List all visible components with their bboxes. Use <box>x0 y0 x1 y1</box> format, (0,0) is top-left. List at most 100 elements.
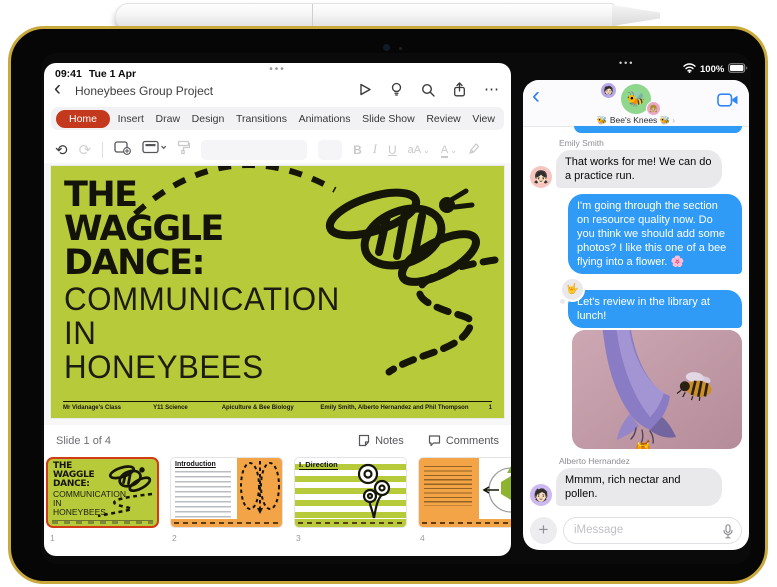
screenshot-stage: ••• 100% 09:41 Tue 1 Apr ••• ‹ Honeybees… <box>0 0 777 587</box>
thumbnail-slide-4[interactable] <box>418 457 511 528</box>
thumbnail-slide-2[interactable]: Introduction <box>170 457 283 528</box>
thumb4-footer-strip <box>419 519 511 527</box>
messages-header: ‹ 🧑🏻 🐝 👧🏼 🐝 Bee's Knees 🐝 › <box>523 80 749 127</box>
group-detail-chevron: › <box>672 115 676 125</box>
front-camera <box>383 44 390 51</box>
member-avatar-bottom: 👧🏼 <box>646 101 661 116</box>
thumbnail-number-4: 4 <box>420 533 425 543</box>
thumbnail-number-1: 1 <box>50 533 55 543</box>
font-size-field[interactable] <box>318 139 343 160</box>
powerpoint-window: 09:41 Tue 1 Apr ••• ‹ Honeybees Group Pro… <box>44 63 511 556</box>
imessage-input[interactable] <box>564 517 741 543</box>
thumb3-heading: I. Direction <box>299 460 338 470</box>
notes-button[interactable]: Notes <box>358 434 404 447</box>
tab-design[interactable]: Design <box>188 113 229 125</box>
search-icon[interactable] <box>421 83 435 97</box>
slide-1[interactable]: THE WAGGLE DANCE: COMMUNICATION IN HONEY… <box>51 166 504 418</box>
incoming-message-1[interactable]: That works for me! We can do a practice … <box>556 150 722 189</box>
thumb1-title: THE WAGGLE DANCE: <box>53 461 95 489</box>
pencil-tip <box>612 5 660 26</box>
tab-insert[interactable]: Insert <box>114 113 148 125</box>
thumb3-footer-strip <box>295 519 406 527</box>
back-button[interactable]: ‹ <box>54 77 61 101</box>
battery-percent: 100% <box>700 63 725 75</box>
group-name[interactable]: 🐝 Bee's Knees 🐝 › <box>523 115 749 126</box>
slide-footer: Mr Vidanage's Class Y11 Science Apicultu… <box>63 401 492 411</box>
messages-window: ‹ 🧑🏻 🐝 👧🏼 🐝 Bee's Knees 🐝› Emily Smith <box>523 80 749 550</box>
format-painter-button[interactable] <box>177 140 191 160</box>
thumb2-text-lines <box>175 471 231 519</box>
underline-button[interactable]: U <box>388 143 397 157</box>
status-bar-right: 100% <box>683 60 748 78</box>
undo-button[interactable]: ⟲ <box>55 141 68 159</box>
notes-icon <box>358 434 370 447</box>
alberto-avatar: 🧑🏻 <box>530 484 552 506</box>
outgoing-message-1[interactable]: I'm going through the section on resourc… <box>568 194 742 275</box>
toolbar-divider <box>102 141 104 158</box>
sender-label-alberto: Alberto Hernandez <box>559 456 630 466</box>
thumb3-flower-doodle <box>357 463 391 519</box>
incoming-message-2[interactable]: Mmmm, rich nectar and pollen. <box>556 468 722 506</box>
add-attachment-button[interactable]: + <box>530 516 557 544</box>
tab-transitions[interactable]: Transitions <box>232 113 291 125</box>
ribbon-tab-bar: Home Insert Draw Design Transitions Anim… <box>51 107 504 130</box>
bold-button[interactable]: B <box>353 143 362 157</box>
document-title[interactable]: Honeybees Group Project <box>75 84 213 98</box>
font-color-button[interactable]: A ⌄ <box>440 143 457 158</box>
previous-message-sliver <box>574 126 742 134</box>
footer-subject: Apiculture & Bee Biology <box>221 405 294 411</box>
thumb2-footer-strip <box>171 519 282 527</box>
slide-canvas: THE WAGGLE DANCE: COMMUNICATION IN HONEY… <box>44 163 511 425</box>
tab-review[interactable]: Review <box>422 113 464 125</box>
tab-home[interactable]: Home <box>56 109 111 128</box>
imessage-field-wrap <box>563 516 742 544</box>
highlight-button[interactable] <box>468 142 480 158</box>
emily-avatar: 👧🏻 <box>530 166 552 189</box>
honey-pot-emoji: 🍯 <box>633 439 653 449</box>
thumb4-orange-panel <box>419 458 479 521</box>
window-handle-dots[interactable]: ••• <box>269 64 286 75</box>
font-name-field[interactable] <box>201 139 308 160</box>
tab-animations[interactable]: Animations <box>295 113 355 125</box>
footer-class: Mr Vidanage's Class <box>63 405 122 411</box>
more-options-button[interactable]: ⋯ <box>484 82 499 97</box>
messages-back-button[interactable]: ‹ <box>532 82 540 110</box>
new-slide-button[interactable] <box>114 140 132 160</box>
thumb2-heading: Introduction <box>175 461 216 468</box>
tab-draw[interactable]: Draw <box>152 113 185 125</box>
photo-message-bee-flower[interactable]: 🍯 <box>572 330 742 449</box>
present-button[interactable] <box>358 82 372 97</box>
slide-title: THE WAGGLE DANCE: <box>64 175 224 283</box>
thumb1-bee-doodle <box>108 465 152 493</box>
share-icon[interactable] <box>453 82 466 97</box>
tab-slideshow[interactable]: Slide Show <box>358 113 419 125</box>
dashed-flightpath-curve <box>385 256 499 376</box>
italic-button[interactable]: I <box>373 142 377 157</box>
slideover-handle-dots[interactable]: ••• <box>619 58 634 68</box>
text-size-button[interactable]: aA ⌄ <box>408 144 430 156</box>
thumb1-dash-curve <box>97 492 153 518</box>
ipad-device: ••• 100% 09:41 Tue 1 Apr ••• ‹ Honeybees… <box>8 26 768 584</box>
facetime-video-button[interactable] <box>717 93 739 112</box>
quick-toolbar: ⟲ ⟳ B I U aA ⌄ A ⌄ <box>44 136 511 163</box>
ipad-screen: ••• 100% 09:41 Tue 1 Apr ••• ‹ Honeybees… <box>41 53 751 564</box>
wifi-icon <box>683 60 696 78</box>
outgoing-message-2-wrap: 🤟 Let's review in the library at lunch! <box>560 277 742 329</box>
redo-button[interactable]: ⟳ <box>79 141 92 159</box>
thumb2-orange-panel <box>237 458 282 521</box>
dictation-mic-icon[interactable] <box>723 523 733 544</box>
comments-icon <box>428 435 440 447</box>
designer-lightbulb-button[interactable] <box>390 82 403 97</box>
group-avatar[interactable]: 🧑🏻 🐝 👧🏼 <box>600 82 661 116</box>
slide-counter: Slide 1 of 4 <box>56 435 112 447</box>
powerpoint-navbar: ‹ Honeybees Group Project ⋯ <box>44 77 511 105</box>
layout-button[interactable] <box>142 140 167 159</box>
footer-authors: Emily Smith, Alberto Hernandez and Phil … <box>320 405 469 411</box>
thumbnail-slide-3[interactable]: I. Direction <box>294 457 407 528</box>
comments-button[interactable]: Comments <box>428 434 499 447</box>
sender-label-emily: Emily Smith <box>559 138 604 149</box>
tab-view[interactable]: View <box>468 113 499 125</box>
outgoing-message-2[interactable]: Let's review in the library at lunch! <box>568 290 742 329</box>
message-compose-row: + <box>530 516 742 544</box>
thumbnail-slide-1[interactable]: THE WAGGLE DANCE: COMMUNICATION IN HONEYBEES <box>46 457 159 528</box>
